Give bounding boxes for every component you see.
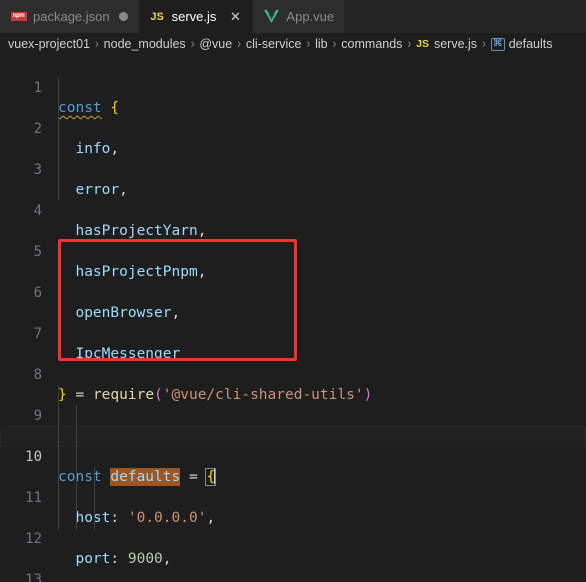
code-line[interactable]: 12 port: 9000, — [0, 508, 586, 568]
line-number: 12 — [25, 530, 42, 547]
line-number: 7 — [33, 325, 42, 342]
breadcrumb-label: cli-service — [245, 37, 302, 51]
line-number: 6 — [33, 284, 42, 301]
breadcrumb-label: @vue — [199, 37, 233, 51]
code-line[interactable]: 6 openBrowser, — [0, 262, 586, 322]
line-number: 2 — [33, 120, 42, 137]
code-line[interactable]: 5 hasProjectPnpm, — [0, 221, 586, 281]
code-line[interactable]: 4 hasProjectYarn, — [0, 180, 586, 240]
code-line[interactable]: 7 IpcMessenger — [0, 303, 586, 363]
vue-icon — [263, 9, 280, 25]
line-number: 10 — [25, 448, 42, 465]
breadcrumb-separator-icon: › — [237, 36, 241, 52]
breadcrumb-separator-icon: › — [190, 36, 195, 52]
breadcrumb-item-serve-js[interactable]: JS serve.js — [416, 37, 477, 51]
code-editor[interactable]: 1 const { 2 info, 3 error, 4 hasProjectY… — [0, 55, 586, 582]
breadcrumb-separator-icon: › — [306, 36, 311, 52]
breadcrumb-item-lib[interactable]: lib — [315, 37, 328, 51]
line-number: 1 — [33, 79, 42, 96]
tab-label: App.vue — [286, 9, 335, 24]
breadcrumb-item-commands[interactable]: commands — [341, 37, 402, 51]
line-number: 3 — [33, 161, 42, 178]
code-line[interactable]: 13 https: false — [0, 549, 586, 582]
line-number: 13 — [25, 571, 42, 582]
javascript-file-icon: JS — [416, 38, 429, 50]
breadcrumb-label: lib — [315, 37, 328, 51]
vscode-window: npm package.json JS serve.js ✕ App.vue v… — [0, 0, 586, 582]
close-icon[interactable]: ✕ — [228, 10, 242, 23]
line-number: 11 — [25, 489, 42, 506]
breadcrumb-label: commands — [341, 37, 403, 51]
tab-label: package.json — [33, 9, 110, 24]
breadcrumb-item-defaults[interactable]: ⌘ defaults — [490, 37, 553, 51]
breadcrumb-label: defaults — [508, 37, 553, 51]
javascript-file-icon: JS — [150, 10, 164, 23]
code-line[interactable]: 11 host: '0.0.0.0', — [0, 467, 586, 527]
breadcrumb-item-at-vue[interactable]: @vue — [199, 37, 232, 51]
tab-package-json[interactable]: npm package.json — [0, 0, 139, 33]
tabbar-empty-space — [345, 0, 586, 33]
code-line[interactable]: 3 error, — [0, 139, 586, 199]
line-number: 5 — [33, 243, 42, 260]
code-line-current[interactable]: 10 const defaults = { — [0, 426, 586, 486]
breadcrumb-label: vuex-project01 — [8, 37, 90, 51]
code-lines: 1 const { 2 info, 3 error, 4 hasProjectY… — [0, 57, 586, 582]
line-number: 9 — [33, 407, 42, 424]
breadcrumb-item-vuex-project01[interactable]: vuex-project01 — [8, 37, 90, 51]
code-line[interactable]: 8 } = require('@vue/cli-shared-utils') — [0, 344, 586, 404]
breadcrumb-label: node_modules — [103, 37, 186, 51]
tab-label: serve.js — [171, 9, 217, 24]
breadcrumb-item-cli-service[interactable]: cli-service — [246, 37, 302, 51]
code-line[interactable]: 9 — [0, 385, 586, 424]
breadcrumb: vuex-project01 › node_modules › @vue › c… — [0, 33, 586, 55]
vue-logo-icon — [264, 10, 280, 23]
breadcrumb-label: serve.js — [433, 37, 478, 51]
tab-app-vue[interactable]: App.vue — [253, 0, 346, 33]
code-line[interactable]: 2 info, — [0, 98, 586, 158]
npm-icon: npm — [10, 9, 27, 25]
tab-serve-js[interactable]: JS serve.js ✕ — [138, 0, 254, 33]
breadcrumb-separator-icon: › — [332, 36, 337, 52]
line-number: 4 — [33, 202, 42, 219]
breadcrumb-separator-icon: › — [95, 36, 99, 52]
code-line[interactable]: 1 const { — [0, 57, 586, 117]
breadcrumb-item-node-modules[interactable]: node_modules — [104, 37, 186, 51]
unsaved-dot-icon[interactable] — [118, 12, 128, 21]
line-number: 8 — [33, 366, 42, 383]
editor-tab-bar: npm package.json JS serve.js ✕ App.vue — [0, 0, 586, 33]
breadcrumb-separator-icon: › — [482, 36, 486, 52]
breadcrumb-separator-icon: › — [407, 36, 412, 52]
symbol-variable-icon: ⌘ — [490, 37, 505, 51]
